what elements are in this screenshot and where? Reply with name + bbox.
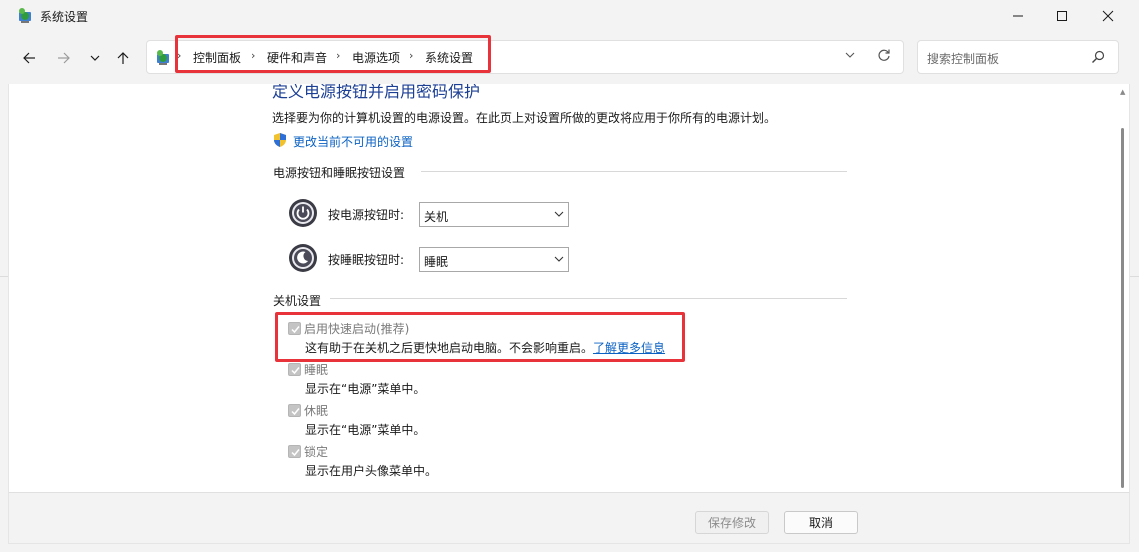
control-panel-icon (19, 8, 31, 23)
change-unavailable-settings-link[interactable]: 更改当前不可用的设置 (293, 133, 413, 150)
maximize-icon (1057, 11, 1067, 21)
vertical-scrollbar[interactable]: ▲ (1118, 84, 1129, 492)
sleep-button-select[interactable]: 睡眠 (419, 247, 569, 272)
checkmark-icon (291, 367, 300, 375)
chevron-down-icon (554, 211, 564, 217)
sleep-button-label: 按睡眠按钮时: (328, 253, 405, 267)
hibernate-description: 显示在“电源”菜单中。 (305, 423, 426, 437)
scrollbar-thumb[interactable] (1121, 128, 1124, 488)
page-title: 定义电源按钮并启用密码保护 (272, 84, 481, 101)
sleep-button-value: 睡眠 (424, 255, 449, 269)
lock-description: 显示在用户头像菜单中。 (305, 464, 438, 478)
close-icon (1102, 10, 1114, 22)
uac-shield-icon (274, 133, 286, 147)
sleep-label: 睡眠 (304, 363, 329, 377)
checkmark-icon (291, 449, 300, 457)
sleep-description: 显示在“电源”菜单中。 (305, 382, 426, 396)
control-panel-icon (157, 50, 169, 65)
hibernate-label: 休眠 (304, 404, 329, 418)
chevron-down-icon (90, 55, 100, 61)
power-button-label: 按电源按钮时: (328, 208, 405, 222)
checkmark-icon (291, 408, 300, 416)
scroll-up-arrow-icon[interactable]: ▲ (1120, 88, 1125, 96)
minimize-icon (1013, 15, 1023, 17)
power-button-select[interactable]: 关机 (419, 202, 569, 227)
dialog-footer: 保存修改 取消 (8, 492, 1130, 544)
arrow-left-icon (23, 52, 35, 64)
control-panel-window: 系统设置 › 控制面板 › 硬件和声音 › 电源选项 › 系统设置 搜索控制面板… (0, 0, 1139, 552)
divider (0, 276, 8, 277)
navigation-bar: › 控制面板 › 硬件和声音 › 电源选项 › 系统设置 搜索控制面板 (0, 32, 1139, 84)
window-title: 系统设置 (40, 10, 89, 24)
minimize-button[interactable] (996, 0, 1040, 32)
section-divider (421, 171, 847, 172)
close-button[interactable] (1086, 0, 1130, 32)
forward-button[interactable] (52, 46, 76, 70)
sleep-checkbox[interactable] (288, 363, 301, 376)
lock-label: 锁定 (304, 445, 329, 459)
up-button[interactable] (111, 46, 135, 70)
settings-content: 定义电源按钮并启用密码保护 选择要为你的计算机设置的电源设置。在此页上对设置所做… (8, 84, 1130, 492)
refresh-icon (878, 49, 890, 61)
maximize-button[interactable] (1040, 0, 1084, 32)
arrow-up-icon (117, 52, 129, 64)
divider (1130, 276, 1139, 277)
refresh-button[interactable] (877, 48, 891, 66)
search-input[interactable]: 搜索控制面板 (917, 40, 1119, 74)
power-button-value: 关机 (424, 210, 449, 224)
save-changes-button[interactable]: 保存修改 (695, 511, 769, 534)
cancel-button[interactable]: 取消 (784, 511, 858, 534)
power-section-title: 电源按钮和睡眠按钮设置 (273, 166, 406, 180)
power-button-icon (289, 199, 317, 227)
shutdown-section-title: 关机设置 (273, 294, 322, 308)
chevron-down-icon (554, 256, 564, 262)
breadcrumb-highlight-box (175, 35, 491, 73)
chevron-down-icon (845, 52, 855, 58)
page-description: 选择要为你的计算机设置的电源设置。在此页上对设置所做的更改将应用于你所有的电源计… (272, 111, 777, 125)
arrow-right-icon (58, 52, 70, 64)
search-placeholder: 搜索控制面板 (927, 52, 1000, 66)
search-icon[interactable] (1090, 49, 1106, 65)
fast-startup-highlight-box (275, 312, 685, 362)
recent-locations-button[interactable] (83, 46, 107, 70)
hibernate-checkbox[interactable] (288, 404, 301, 417)
section-divider (330, 298, 847, 299)
title-bar: 系统设置 (0, 0, 1139, 32)
lock-checkbox[interactable] (288, 445, 301, 458)
address-history-button[interactable] (845, 50, 855, 63)
back-button[interactable] (17, 46, 41, 70)
sleep-button-icon (289, 244, 317, 272)
